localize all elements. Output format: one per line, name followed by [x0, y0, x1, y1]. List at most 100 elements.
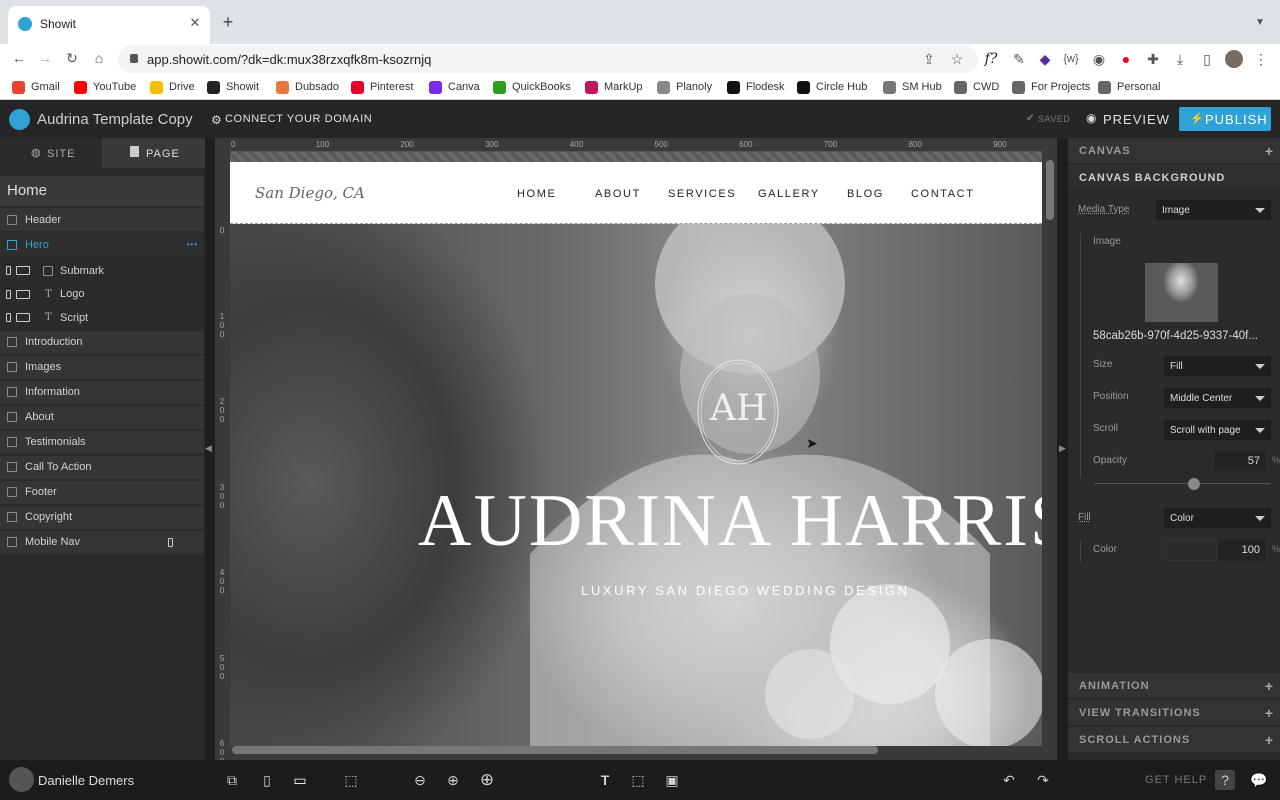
eyedropper-icon[interactable]: ✎	[1010, 50, 1028, 68]
opacity-input[interactable]: 57	[1214, 451, 1266, 471]
mobile-icon[interactable]	[6, 289, 11, 299]
bookmark-gmail[interactable]: Gmail	[12, 74, 60, 100]
bookmark-drive[interactable]: Drive	[150, 74, 195, 100]
new-tab-icon[interactable]: +	[218, 12, 238, 32]
more-options-icon[interactable]: •••	[187, 240, 198, 249]
canvas-background-header[interactable]: CANVAS BACKGROUND	[1068, 165, 1280, 191]
add-icon[interactable]: +	[1265, 705, 1274, 721]
vertical-scrollbar[interactable]	[1046, 160, 1054, 220]
bookmark-canva[interactable]: Canva	[429, 74, 480, 100]
element-script[interactable]: T Script	[0, 306, 204, 329]
bookmark-for-projects[interactable]: For Projects	[1012, 74, 1090, 100]
nav-item-home[interactable]: HOME	[517, 188, 556, 200]
camera-icon[interactable]: ◉	[1090, 50, 1108, 68]
section-footer[interactable]: Footer	[0, 480, 204, 505]
avatar[interactable]	[9, 767, 34, 792]
view-transitions-header[interactable]: VIEW TRANSITIONS +	[1068, 700, 1280, 726]
site-location[interactable]: San Diego, CA	[255, 184, 365, 202]
zoom-in-icon[interactable]: ⊕	[477, 770, 497, 790]
menu-dots-icon[interactable]: ⋮	[1252, 50, 1270, 68]
scroll-select[interactable]: Scroll with page	[1164, 420, 1271, 440]
share-icon[interactable]: ⇪	[920, 50, 938, 68]
desktop-icon[interactable]	[16, 313, 30, 322]
sidepanel-icon[interactable]: ▯	[1198, 50, 1216, 68]
section-hero[interactable]: Hero •••	[0, 233, 204, 257]
bookmark-markup[interactable]: MarkUp	[585, 74, 643, 100]
bookmark-planoly[interactable]: Planoly	[657, 74, 712, 100]
nav-item-blog[interactable]: BLOG	[847, 188, 884, 200]
mobile-view-icon[interactable]: ▯	[257, 770, 277, 790]
collapse-right-icon[interactable]: ▶	[1059, 443, 1066, 454]
connect-domain-link[interactable]: CONNECT YOUR DOMAIN	[225, 113, 372, 125]
bookmark-dubsado[interactable]: Dubsado	[276, 74, 339, 100]
size-select[interactable]: Fill	[1164, 356, 1271, 376]
user-name[interactable]: Danielle Demers	[38, 773, 134, 788]
close-tab-icon[interactable]: ✕	[186, 14, 204, 32]
bookmark-star-icon[interactable]: ☆	[948, 50, 966, 68]
add-shape-icon[interactable]: ⬚	[628, 770, 648, 790]
bookmark-sm-hub[interactable]: SM Hub	[883, 74, 942, 100]
gear-icon[interactable]: ⚙	[211, 113, 222, 127]
chevron-down-icon[interactable]: ▼	[1252, 14, 1268, 30]
back-icon[interactable]: ←	[10, 49, 28, 67]
bookmark-quickbooks[interactable]: QuickBooks	[493, 74, 571, 100]
zoom-out-icon[interactable]: ⊖	[410, 770, 430, 790]
extension-badge-icon[interactable]: ◆	[1036, 50, 1054, 68]
puzzle-icon[interactable]: ✚	[1144, 50, 1162, 68]
opacity-slider-handle[interactable]	[1188, 478, 1201, 490]
browser-tab[interactable]: Showit ✕	[8, 6, 210, 44]
page-title[interactable]: Home	[0, 176, 204, 206]
bookmark-personal[interactable]: Personal	[1098, 74, 1160, 100]
desktop-view-icon[interactable]: ▭	[290, 770, 310, 790]
add-icon[interactable]: +	[1265, 143, 1274, 159]
pinterest-icon[interactable]: ●	[1117, 50, 1135, 68]
nav-item-about[interactable]: ABOUT	[595, 188, 641, 200]
hero-section[interactable]: AH AUDRINA HARRIS LUXURY SAN DIEGO WEDDI…	[230, 224, 1042, 746]
add-icon[interactable]: +	[1265, 732, 1274, 748]
help-icon[interactable]: ?	[1215, 770, 1235, 790]
section-testimonials[interactable]: Testimonials	[0, 430, 204, 455]
add-icon[interactable]: +	[1265, 678, 1274, 694]
site-header-section[interactable]: San Diego, CA HOME ABOUT SERVICES GALLERY BL…	[230, 162, 1042, 224]
horizontal-scrollbar[interactable]	[232, 746, 878, 754]
mobile-icon[interactable]	[6, 266, 11, 275]
bookmark-circle-hub[interactable]: Circle Hub	[797, 74, 867, 100]
collapse-left-icon[interactable]: ◀	[205, 443, 212, 454]
undo-icon[interactable]: ↶	[999, 770, 1019, 790]
element-submark[interactable]: Submark	[0, 259, 204, 282]
section-header[interactable]: Header	[0, 208, 204, 232]
site-title[interactable]: Audrina Template Copy	[37, 111, 193, 128]
fill-select[interactable]: Color	[1164, 508, 1271, 528]
reload-icon[interactable]: ↻	[63, 49, 81, 67]
nav-item-services[interactable]: SERVICES	[668, 188, 736, 200]
profile-avatar[interactable]	[1225, 50, 1243, 68]
color-swatch[interactable]	[1165, 539, 1217, 561]
device-both-icon[interactable]: ⧉	[222, 770, 242, 790]
mobile-icon[interactable]	[6, 313, 11, 322]
section-copyright[interactable]: Copyright	[0, 505, 204, 530]
address-bar[interactable]: app.showit.com/?dk=dk:mux38rzxqfk8m-ksoz…	[118, 45, 978, 73]
desktop-icon[interactable]	[16, 289, 30, 299]
add-image-icon[interactable]: ▣	[662, 770, 682, 790]
section-about[interactable]: About	[0, 405, 204, 430]
section-introduction[interactable]: Introduction	[0, 330, 204, 355]
color-opacity-input[interactable]: 100	[1218, 539, 1266, 561]
bookmark-flodesk[interactable]: Flodesk	[727, 74, 785, 100]
tab-page[interactable]: PAGE	[102, 138, 205, 168]
redo-icon[interactable]: ↷	[1033, 770, 1053, 790]
chat-icon[interactable]: 💬	[1249, 770, 1269, 790]
section-images[interactable]: Images	[0, 355, 204, 380]
nav-item-gallery[interactable]: GALLERY	[758, 188, 820, 200]
zoom-fit-icon[interactable]: ⊕	[443, 770, 463, 790]
forward-icon[interactable]: →	[36, 49, 54, 67]
section-mobile-nav[interactable]: Mobile Nav	[0, 530, 204, 555]
image-thumbnail[interactable]	[1145, 263, 1218, 322]
get-help-link[interactable]: GET HELP	[1145, 774, 1207, 786]
add-text-icon[interactable]: T	[595, 770, 615, 790]
download-icon[interactable]: ⤓	[1171, 50, 1189, 68]
hero-subtitle[interactable]: LUXURY SAN DIEGO WEDDING DESIGN	[581, 583, 910, 598]
section-call-to-action[interactable]: Call To Action	[0, 455, 204, 480]
media-type-select[interactable]: Image	[1156, 200, 1271, 220]
canvas-header[interactable]: CANVAS +	[1068, 138, 1280, 164]
extension-icon[interactable]: f?	[982, 50, 1000, 68]
